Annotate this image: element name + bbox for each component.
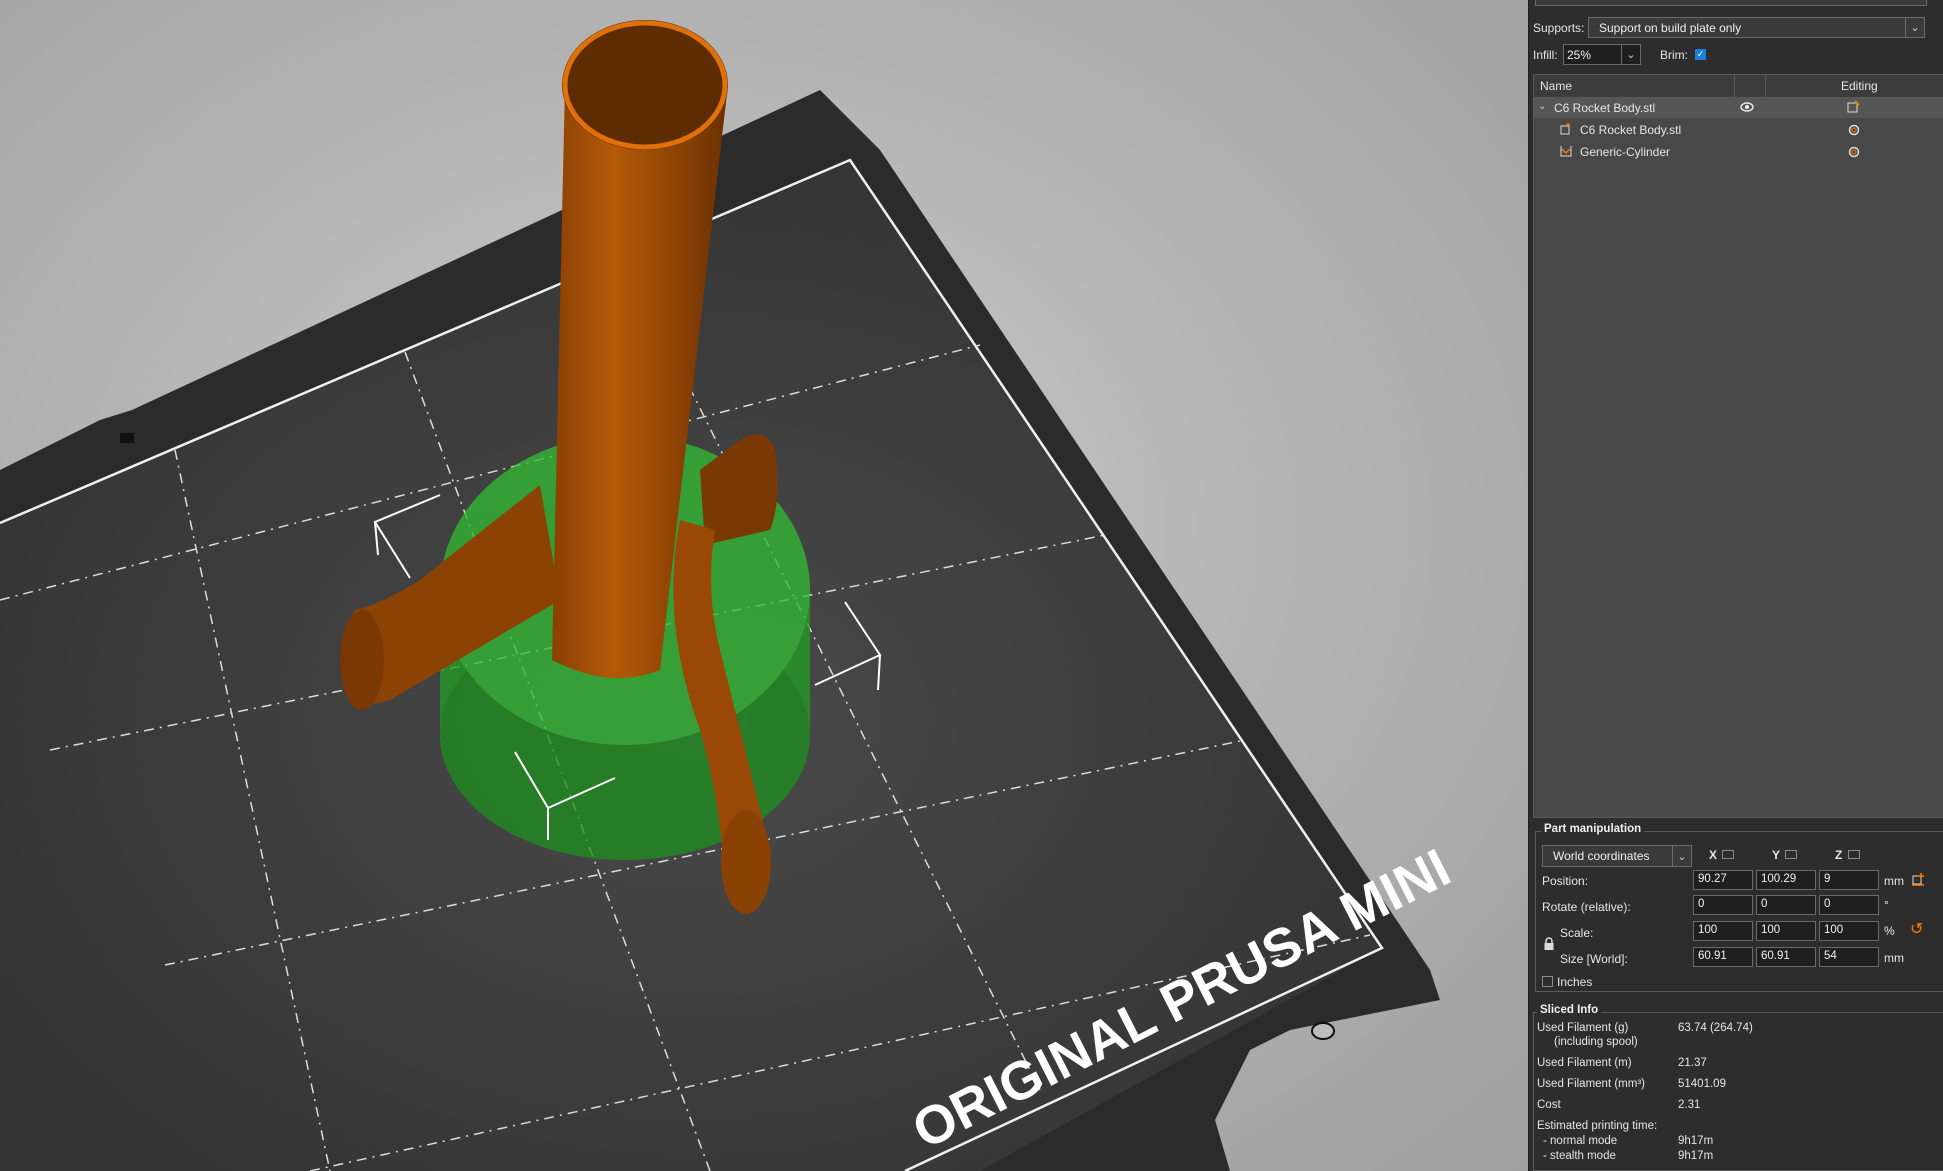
estimated-time-label: Estimated printing time: — [1537, 1120, 1658, 1132]
chevron-down-icon[interactable]: ⌄ — [1905, 18, 1924, 37]
used-filament-mm3-value: 51401.09 — [1678, 1078, 1726, 1090]
sliced-info-title: Sliced Info — [1537, 1004, 1602, 1016]
scale-label: Scale: — [1560, 926, 1594, 940]
cost-label: Cost — [1537, 1099, 1561, 1111]
lock-icon[interactable] — [1543, 937, 1555, 954]
reset-scale-icon[interactable]: ↺ — [1910, 922, 1923, 938]
brim-label: Brim: — [1660, 48, 1688, 62]
supports-value: Support on build plate only — [1599, 20, 1742, 35]
rotate-z-input[interactable]: 0 — [1819, 895, 1879, 915]
sidebar-panel: Supports: Support on build plate only ⌄ … — [1528, 0, 1943, 1171]
normal-mode-value: 9h17m — [1678, 1135, 1714, 1147]
axis-y-label: Y — [1772, 848, 1781, 862]
object-name: C6 Rocket Body.stl — [1554, 101, 1656, 115]
inches-label: Inches — [1557, 975, 1593, 989]
inches-checkbox[interactable] — [1542, 976, 1553, 987]
3d-viewport[interactable]: ORIGINAL PRUSA MINI — [0, 0, 1528, 1171]
object-row[interactable]: ⌄ C6 Rocket Body.stl — [1534, 98, 1943, 118]
infill-label: Infill: — [1533, 48, 1558, 62]
position-label: Position: — [1542, 874, 1589, 888]
rotate-y-input[interactable]: 0 — [1756, 895, 1816, 915]
object-list-header: Name Editing — [1534, 75, 1943, 98]
drop-to-bed-icon[interactable] — [1911, 872, 1925, 889]
printer-preset-combo[interactable] — [1535, 0, 1927, 6]
used-filament-g-value: 63.74 (264.74) — [1678, 1022, 1753, 1034]
position-unit: mm — [1884, 874, 1904, 888]
rotate-unit: ° — [1884, 898, 1889, 912]
used-filament-mm3-label: Used Filament (mm³) — [1537, 1078, 1645, 1090]
column-editing-header[interactable]: Editing — [1841, 79, 1878, 93]
part-name: C6 Rocket Body.stl — [1580, 123, 1682, 137]
modifier-row[interactable]: Generic-Cylinder — [1534, 142, 1943, 162]
scale-y-input[interactable]: 100 — [1756, 921, 1816, 941]
modifier-name: Generic-Cylinder — [1580, 145, 1671, 159]
size-unit: mm — [1884, 951, 1904, 965]
axis-z-label: Z — [1835, 848, 1843, 862]
position-y-input[interactable]: 100.29 — [1756, 870, 1816, 890]
scene-canvas[interactable]: ORIGINAL PRUSA MINI — [0, 0, 1528, 1171]
chevron-down-icon[interactable]: ⌄ — [1621, 45, 1640, 64]
used-filament-m-label: Used Filament (m) — [1537, 1057, 1632, 1069]
modifier-icon — [1560, 145, 1572, 160]
part-icon — [1560, 123, 1572, 138]
size-x-input[interactable]: 60.91 — [1693, 947, 1753, 967]
stealth-mode-value: 9h17m — [1678, 1150, 1714, 1162]
stealth-mode-label: - stealth mode — [1543, 1150, 1616, 1162]
used-filament-g-label: Used Filament (g) — [1537, 1022, 1629, 1034]
size-label: Size [World]: — [1560, 952, 1628, 966]
object-list[interactable]: Name Editing ⌄ C6 Rocket Body.stl C6 Roc… — [1533, 74, 1943, 818]
expand-arrow-icon[interactable]: ⌄ — [1538, 101, 1546, 112]
chevron-down-icon[interactable]: ⌄ — [1672, 846, 1691, 866]
normal-mode-label: - normal mode — [1543, 1135, 1618, 1147]
part-row[interactable]: C6 Rocket Body.stl — [1534, 120, 1943, 140]
scale-x-input[interactable]: 100 — [1693, 921, 1753, 941]
axis-z-icon — [1848, 850, 1860, 859]
coordinates-value: World coordinates — [1553, 849, 1650, 863]
scale-z-input[interactable]: 100 — [1819, 921, 1879, 941]
supports-label: Supports: — [1533, 21, 1585, 35]
cost-value: 2.31 — [1678, 1099, 1701, 1111]
settings-gear-icon[interactable] — [1847, 145, 1861, 162]
supports-combo[interactable]: Support on build plate only ⌄ — [1588, 17, 1925, 38]
rotate-x-input[interactable]: 0 — [1693, 895, 1753, 915]
axis-x-label: X — [1709, 848, 1718, 862]
column-name-header[interactable]: Name — [1540, 79, 1572, 93]
coordinates-combo[interactable]: World coordinates ⌄ — [1542, 845, 1692, 867]
rotate-label: Rotate (relative): — [1542, 900, 1631, 914]
position-z-input[interactable]: 9 — [1819, 870, 1879, 890]
scale-unit: % — [1884, 924, 1895, 938]
including-spool-label: (including spool) — [1554, 1036, 1638, 1048]
axis-y-icon — [1785, 850, 1797, 859]
eye-icon[interactable] — [1740, 100, 1754, 117]
used-filament-m-value: 21.37 — [1678, 1057, 1707, 1069]
edit-icon[interactable] — [1846, 100, 1860, 117]
position-x-input[interactable]: 90.27 — [1693, 870, 1753, 890]
brim-checkbox[interactable]: ✓ — [1695, 49, 1706, 60]
size-y-input[interactable]: 60.91 — [1756, 947, 1816, 967]
axis-x-icon — [1722, 850, 1734, 859]
settings-gear-icon[interactable] — [1847, 123, 1861, 140]
size-z-input[interactable]: 54 — [1819, 947, 1879, 967]
infill-combo[interactable]: 25% ⌄ — [1563, 44, 1641, 65]
part-manipulation-title: Part manipulation — [1541, 823, 1645, 835]
infill-value: 25% — [1567, 47, 1592, 62]
